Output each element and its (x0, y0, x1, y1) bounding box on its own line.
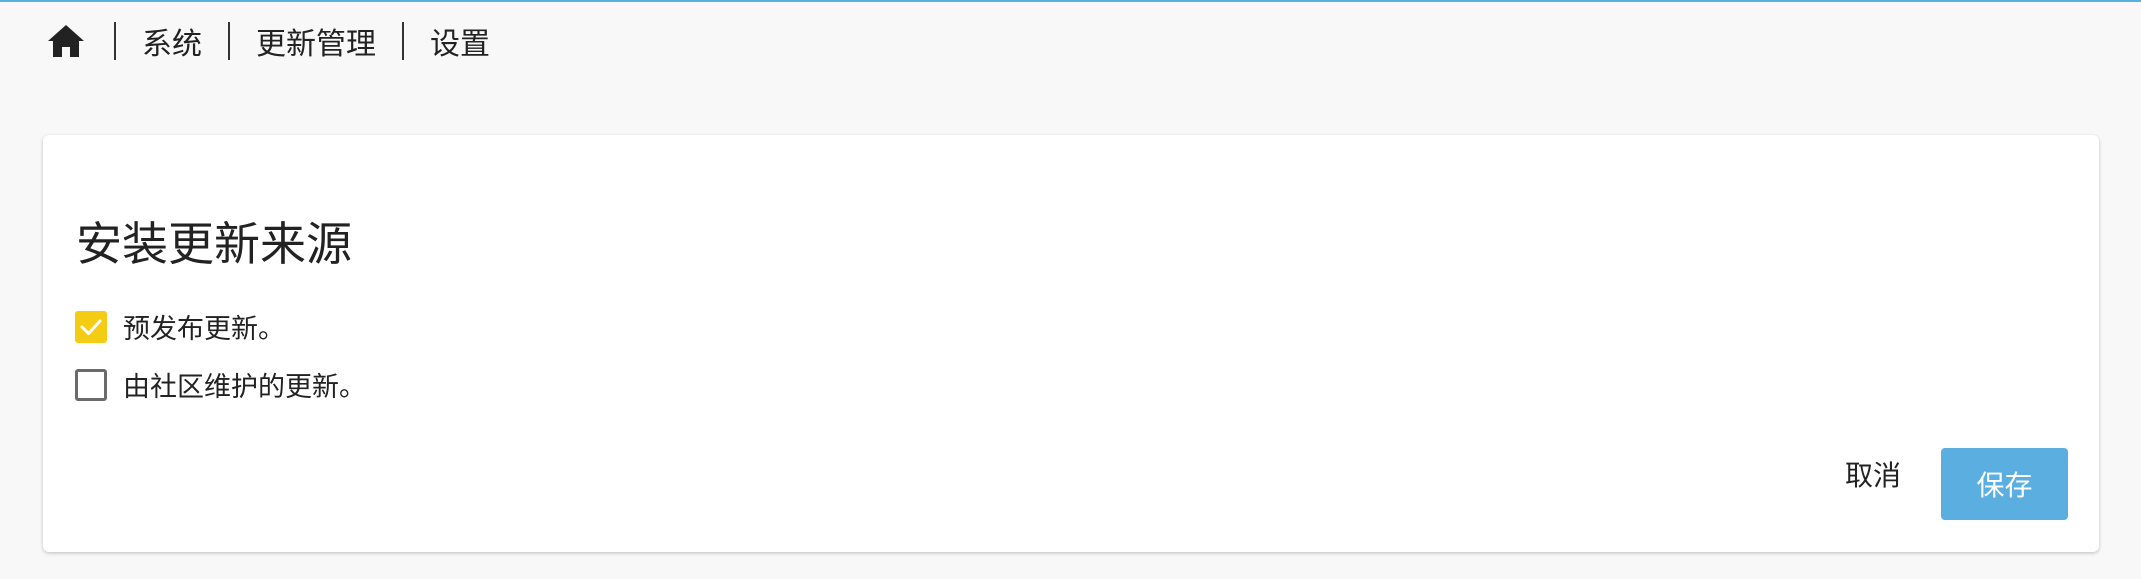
update-source-card: 安装更新来源 预发布更新。 由社区维护的更新。 取消 保存 (43, 135, 2099, 552)
breadcrumb-separator (228, 22, 230, 60)
community-checkbox[interactable] (75, 368, 107, 401)
community-label: 由社区维护的更新。 (123, 372, 366, 403)
breadcrumb-item-system[interactable]: 系统 (142, 19, 202, 63)
checkmark-icon (80, 319, 102, 335)
card-title: 安装更新来源 (76, 217, 352, 271)
home-icon[interactable] (44, 19, 88, 63)
top-accent-line (0, 0, 2141, 2)
breadcrumb-item-settings[interactable]: 设置 (430, 19, 490, 63)
breadcrumb: 系统 更新管理 设置 (44, 18, 490, 64)
option-community-updates[interactable]: 由社区维护的更新。 (75, 365, 366, 404)
save-button[interactable]: 保存 (1941, 448, 2068, 520)
breadcrumb-separator (114, 22, 116, 60)
cancel-button[interactable]: 取消 (1813, 448, 1933, 500)
prerelease-label: 预发布更新。 (123, 314, 285, 345)
breadcrumb-separator (402, 22, 404, 60)
prerelease-checkbox[interactable] (75, 310, 107, 343)
option-prerelease-updates[interactable]: 预发布更新。 (75, 307, 285, 346)
breadcrumb-item-update-management[interactable]: 更新管理 (256, 19, 376, 63)
